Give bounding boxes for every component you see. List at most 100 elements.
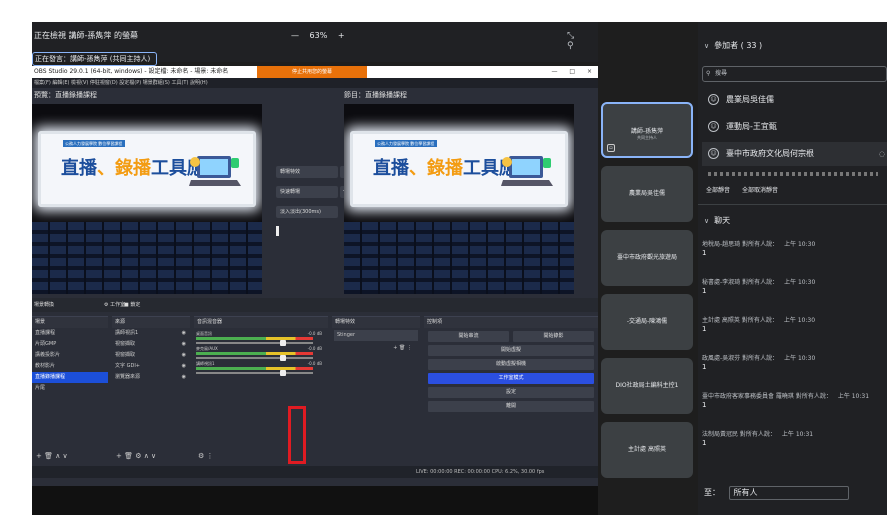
transition-select[interactable]: Stinger	[334, 330, 418, 341]
video-tile[interactable]: DIO社政局土編科主控1	[601, 358, 693, 414]
mic-icon: ◌	[878, 150, 885, 158]
participant-item[interactable]: ☺ 臺中市政府文化局何宗根 ◌	[702, 142, 887, 166]
search-icon: ⚲	[706, 70, 711, 77]
maximize-icon[interactable]: □	[569, 68, 575, 75]
mixer-channel[interactable]: 麥克風/AUX -0.0 dB	[196, 346, 326, 361]
obs-status-bar: LIVE: 00:00:00 REC: 00:00:00 CPU: 6.2%, …	[32, 466, 598, 478]
docks-header: 場景轉換 ⚙ 工作室 ■ 鎖定	[32, 298, 598, 312]
start-stream-button[interactable]: 開始串流	[428, 331, 509, 342]
video-tile[interactable]: 講師-孫雋萍 共同主持人 ▫	[601, 102, 693, 158]
mute-controls: 全部靜音 全部取消靜音	[706, 185, 788, 194]
transitions-toolbar[interactable]: + 🗑 ⋮	[332, 343, 420, 354]
start-record-button[interactable]: 開始錄影	[513, 331, 594, 342]
obs-title-bar: OBS Studio 29.0.1 (64-bit, windows) - 設定…	[32, 66, 598, 78]
studio-toggle[interactable]: ⚙ 工作室	[104, 298, 125, 312]
active-speaker-label: 正在發言：講師-孫雋萍 (共同主持人)	[32, 52, 158, 66]
video-tile[interactable]: -交通局-陳鴻儒	[601, 294, 693, 350]
source-item[interactable]: 瀏覽器來源 ◉	[112, 372, 190, 383]
lock-toggle[interactable]: ■ 鎖定	[124, 298, 140, 312]
virtual-camera-button[interactable]: 開始虛擬	[428, 345, 594, 356]
visibility-icon: ◉	[181, 352, 186, 358]
banner-tag: 公務人力發展學院 數位學習課程	[63, 140, 125, 147]
banner-tag: 公務人力發展學院 數位學習課程	[375, 140, 437, 147]
quick-transition[interactable]: 快速轉場+	[276, 186, 350, 198]
studio-mode-button[interactable]: 工作室模式	[428, 373, 594, 384]
course-banner-program: 公務人力發展學院 數位學習課程 直播、錄播工具應用	[350, 131, 568, 207]
course-banner: 公務人力發展學院 數位學習課程 直播、錄播工具應用	[38, 131, 256, 207]
chat-recipient: 至： 所有人	[704, 486, 849, 500]
transition-panel: 轉場特效⋮ 快速轉場+ 淡入淡出(300ms)	[276, 166, 350, 236]
source-item[interactable]: 視窗擷取 ◉	[112, 339, 190, 350]
sources-title: 來源	[112, 317, 190, 328]
zoom-in-button[interactable]: +	[338, 31, 345, 40]
stop-share-button[interactable]: 停止共用您的螢幕	[257, 66, 367, 78]
mute-all-button[interactable]: 全部靜音	[706, 187, 730, 194]
scene-item[interactable]: 直播課程	[32, 328, 108, 339]
audio-mixer-dock: 音訊混音器 桌面音訊 -0.0 dB 麥克風/AUX -0.0 dB 講師視訊1 -0…	[194, 316, 328, 464]
tbar-slider[interactable]	[276, 226, 338, 236]
annotate-icon[interactable]: ⚲	[567, 41, 574, 51]
participant-search-input[interactable]: ⚲ 搜尋	[702, 66, 887, 82]
replay-button[interactable]: 啟動虛擬相機	[428, 359, 594, 370]
visibility-icon: ◉	[181, 330, 186, 336]
controls-dock: 控制項 開始串流 開始錄影 開始虛擬 啟動虛擬相機 工作室模式 設定 離開	[424, 316, 598, 464]
zoom-out-button[interactable]: —	[291, 31, 299, 40]
scenes-title: 場景	[32, 317, 108, 328]
scene-item[interactable]: 片尾	[32, 383, 108, 394]
avatar-icon: ☺	[708, 94, 719, 105]
share-title: 正在檢視 講師-孫雋萍 的螢幕	[34, 31, 138, 40]
program-label: 節目：直播錄播課程	[344, 91, 407, 99]
exit-button[interactable]: 離開	[428, 401, 594, 412]
tbar-knob[interactable]	[276, 226, 279, 236]
mixer-channel[interactable]: 講師視訊1 -0.0 dB	[196, 361, 326, 376]
video-tile[interactable]: 主計處 高照英	[601, 422, 693, 478]
chevron-down-icon: ∨	[704, 42, 710, 50]
mixer-toolbar[interactable]: ⚙ ⋮	[194, 452, 214, 460]
source-item[interactable]: 文字 GDI+ ◉	[112, 361, 190, 372]
participant-item[interactable]: ☺ 運動局-王宜甄	[702, 115, 887, 139]
transitions-dock: 轉場特效 Stinger + 🗑 ⋮	[332, 316, 420, 464]
participant-item[interactable]: ☺ 農業局吳佳儒	[702, 88, 887, 112]
video-tile[interactable]: 農業局吳佳儒	[601, 166, 693, 222]
scene-item[interactable]: 教材影片	[32, 361, 108, 372]
share-tools: ⤡ ⚲	[567, 31, 598, 51]
unmute-all-button[interactable]: 全部取消靜音	[742, 187, 778, 194]
obs-window-title: OBS Studio 29.0.1 (64-bit, windows) - 設定…	[34, 68, 229, 75]
screen-icon: ▫	[607, 144, 615, 152]
settings-button[interactable]: 設定	[428, 387, 594, 398]
scene-item-selected[interactable]: 直播錄播課程	[32, 372, 108, 383]
transitions-title: 轉場特效	[332, 317, 420, 328]
chevron-down-icon: ∨	[704, 217, 710, 225]
obs-window: OBS Studio 29.0.1 (64-bit, windows) - 設定…	[32, 66, 598, 486]
controls-title: 控制項	[424, 317, 598, 328]
fit-icon[interactable]: ⤡	[567, 31, 574, 41]
scene-item[interactable]: 講義投影片	[32, 350, 108, 361]
scenes-dock: 場景 直播課程 片頭GMP 講義投影片 教材影片 直播錄播課程 片尾 + 🗑 ∧…	[32, 316, 108, 464]
recipient-select[interactable]: 所有人	[728, 486, 849, 500]
status-text: LIVE: 00:00:00 REC: 00:00:00 CPU: 6.2%, …	[416, 469, 545, 475]
program-canvas: 公務人力發展學院 數位學習課程 直播、錄播工具應用	[344, 104, 574, 294]
close-icon[interactable]: ×	[587, 68, 592, 75]
transition-button[interactable]: 轉場特效⋮	[276, 166, 350, 178]
chat-message: 臺中市政府客家事務委員會 羅曉琪 對所有人說： 上午 10:31 1	[702, 393, 870, 409]
chat-message: 主計處 高照英 對所有人說： 上午 10:30 1	[702, 317, 816, 333]
chat-header[interactable]: ∨ 聊天	[704, 215, 730, 226]
source-item[interactable]: 視窗擷取 ◉	[112, 350, 190, 361]
source-item[interactable]: 講師視訊1 ◉	[112, 328, 190, 339]
fade-transition-select[interactable]: 淡入淡出(300ms)	[276, 206, 338, 218]
sources-toolbar[interactable]: + 🗑 ⚙ ∧ ∨	[112, 452, 156, 460]
mixer-channel[interactable]: 桌面音訊 -0.0 dB	[196, 331, 326, 346]
to-label: 至：	[704, 488, 720, 497]
scene-transition-label: 場景轉換	[34, 302, 55, 308]
video-tile[interactable]: 臺中市政府觀光旅遊局	[601, 230, 693, 286]
minimize-icon[interactable]: —	[551, 68, 557, 75]
scenes-toolbar[interactable]: + 🗑 ∧ ∨	[32, 452, 68, 460]
preview-canvas[interactable]: 公務人力發展學院 數位學習課程 直播、錄播工具應用	[32, 104, 262, 294]
obs-menu-bar[interactable]: 檔案(F) 編輯(E) 檢視(V) 停駐視窗(D) 設定檔(P) 場景群組(S)…	[32, 78, 598, 88]
preview-label: 預覽：直播錄播課程	[34, 91, 97, 99]
scene-item[interactable]: 片頭GMP	[32, 339, 108, 350]
highlight-box	[288, 406, 306, 464]
participants-header[interactable]: ∨ 參加者 ( 33 )	[704, 40, 762, 51]
theater-seats	[344, 222, 574, 294]
avatar-icon: ☺	[708, 148, 719, 159]
